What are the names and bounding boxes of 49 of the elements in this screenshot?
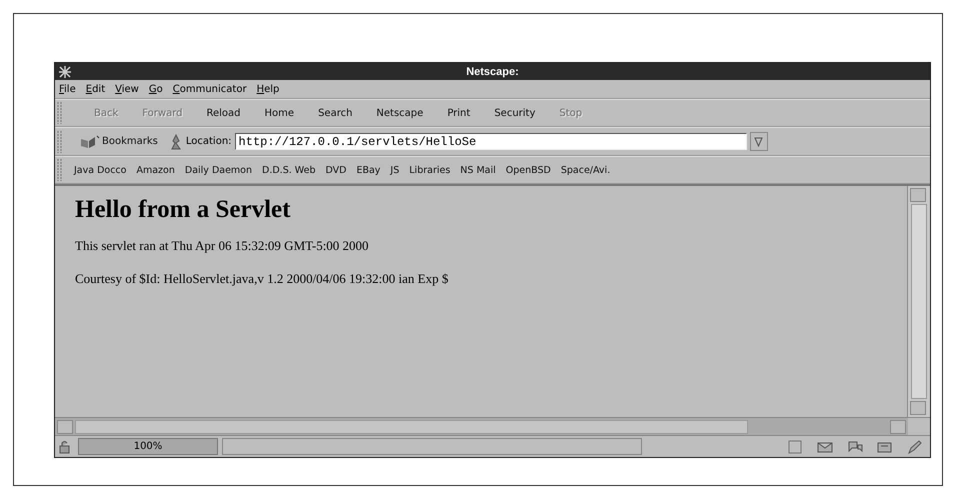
toolbar-button[interactable]: Security bbox=[483, 108, 546, 118]
toolbar-button[interactable]: Print bbox=[436, 108, 482, 118]
scroll-thumb[interactable] bbox=[911, 204, 927, 399]
menu-item[interactable]: Communicator bbox=[172, 84, 247, 94]
toolbar-button[interactable]: Reload bbox=[196, 108, 252, 118]
location-label: Location: bbox=[186, 136, 232, 147]
window-menu-icon[interactable] bbox=[58, 64, 72, 78]
horizontal-scrollbar[interactable] bbox=[55, 418, 908, 435]
page-text: This servlet ran at Thu Apr 06 15:32:09 GMT-5:00 2000 bbox=[75, 238, 370, 254]
menu-item[interactable]: Edit bbox=[86, 84, 106, 94]
bookmark-link[interactable]: Java Docco bbox=[69, 164, 132, 176]
location-icon bbox=[168, 134, 183, 150]
menu-item[interactable]: Go bbox=[148, 84, 163, 94]
chat-icon[interactable] bbox=[847, 439, 863, 454]
bookmark-link[interactable]: JS bbox=[385, 164, 404, 176]
scroll-thumb[interactable] bbox=[75, 420, 748, 434]
toolbar-grip-icon[interactable] bbox=[57, 101, 63, 125]
scroll-up-button[interactable] bbox=[910, 188, 926, 202]
scroll-right-button[interactable] bbox=[890, 420, 906, 434]
zoom-level: 100% bbox=[78, 438, 218, 455]
vertical-scrollbar[interactable] bbox=[907, 186, 930, 417]
menu-item[interactable]: View bbox=[115, 84, 139, 94]
bookmark-icon bbox=[80, 134, 100, 148]
window-title: Netscape: bbox=[465, 66, 520, 78]
bookmark-link[interactable]: DVD bbox=[320, 164, 352, 176]
bookmark-link[interactable]: D.D.S. Web bbox=[257, 164, 320, 176]
bookmark-link[interactable]: OpenBSD bbox=[500, 164, 556, 176]
menu-item[interactable]: Help bbox=[256, 84, 280, 94]
bookmark-link[interactable]: Amazon bbox=[131, 164, 180, 176]
toolbar-button[interactable]: Netscape bbox=[365, 108, 434, 118]
toolbar-button[interactable]: Home bbox=[254, 108, 306, 118]
dropdown-button[interactable] bbox=[750, 132, 768, 151]
url-field[interactable]: http://127.0.0.1/servlets/HelloSe bbox=[234, 133, 747, 150]
scroll-down-button[interactable] bbox=[910, 401, 926, 415]
toolbar-button[interactable]: Search bbox=[307, 108, 364, 118]
bookmark-link[interactable]: EBay bbox=[351, 164, 386, 176]
scroll-left-button[interactable] bbox=[57, 420, 73, 434]
toolbar-grip-icon[interactable] bbox=[57, 130, 63, 154]
caret-icon bbox=[754, 136, 764, 146]
pen-icon[interactable] bbox=[907, 439, 923, 454]
page-text: Courtesy of $Id: HelloServlet.java,v 1.2 2000/04/06 19:32:00 ian Exp $ bbox=[75, 271, 450, 287]
page-heading: Hello from a Servlet bbox=[75, 196, 292, 224]
bookmark-link[interactable]: Space/Avi. bbox=[556, 164, 616, 176]
toolbar-grip-icon[interactable] bbox=[57, 158, 63, 182]
bookmark-link[interactable]: NS Mail bbox=[455, 164, 501, 176]
bookmark-link[interactable]: Libraries bbox=[404, 164, 456, 176]
menu-item[interactable]: File bbox=[59, 84, 76, 94]
bookmark-link[interactable]: Daily Daemon bbox=[180, 164, 258, 176]
bookmarks-button[interactable]: Bookmarks bbox=[66, 134, 166, 148]
